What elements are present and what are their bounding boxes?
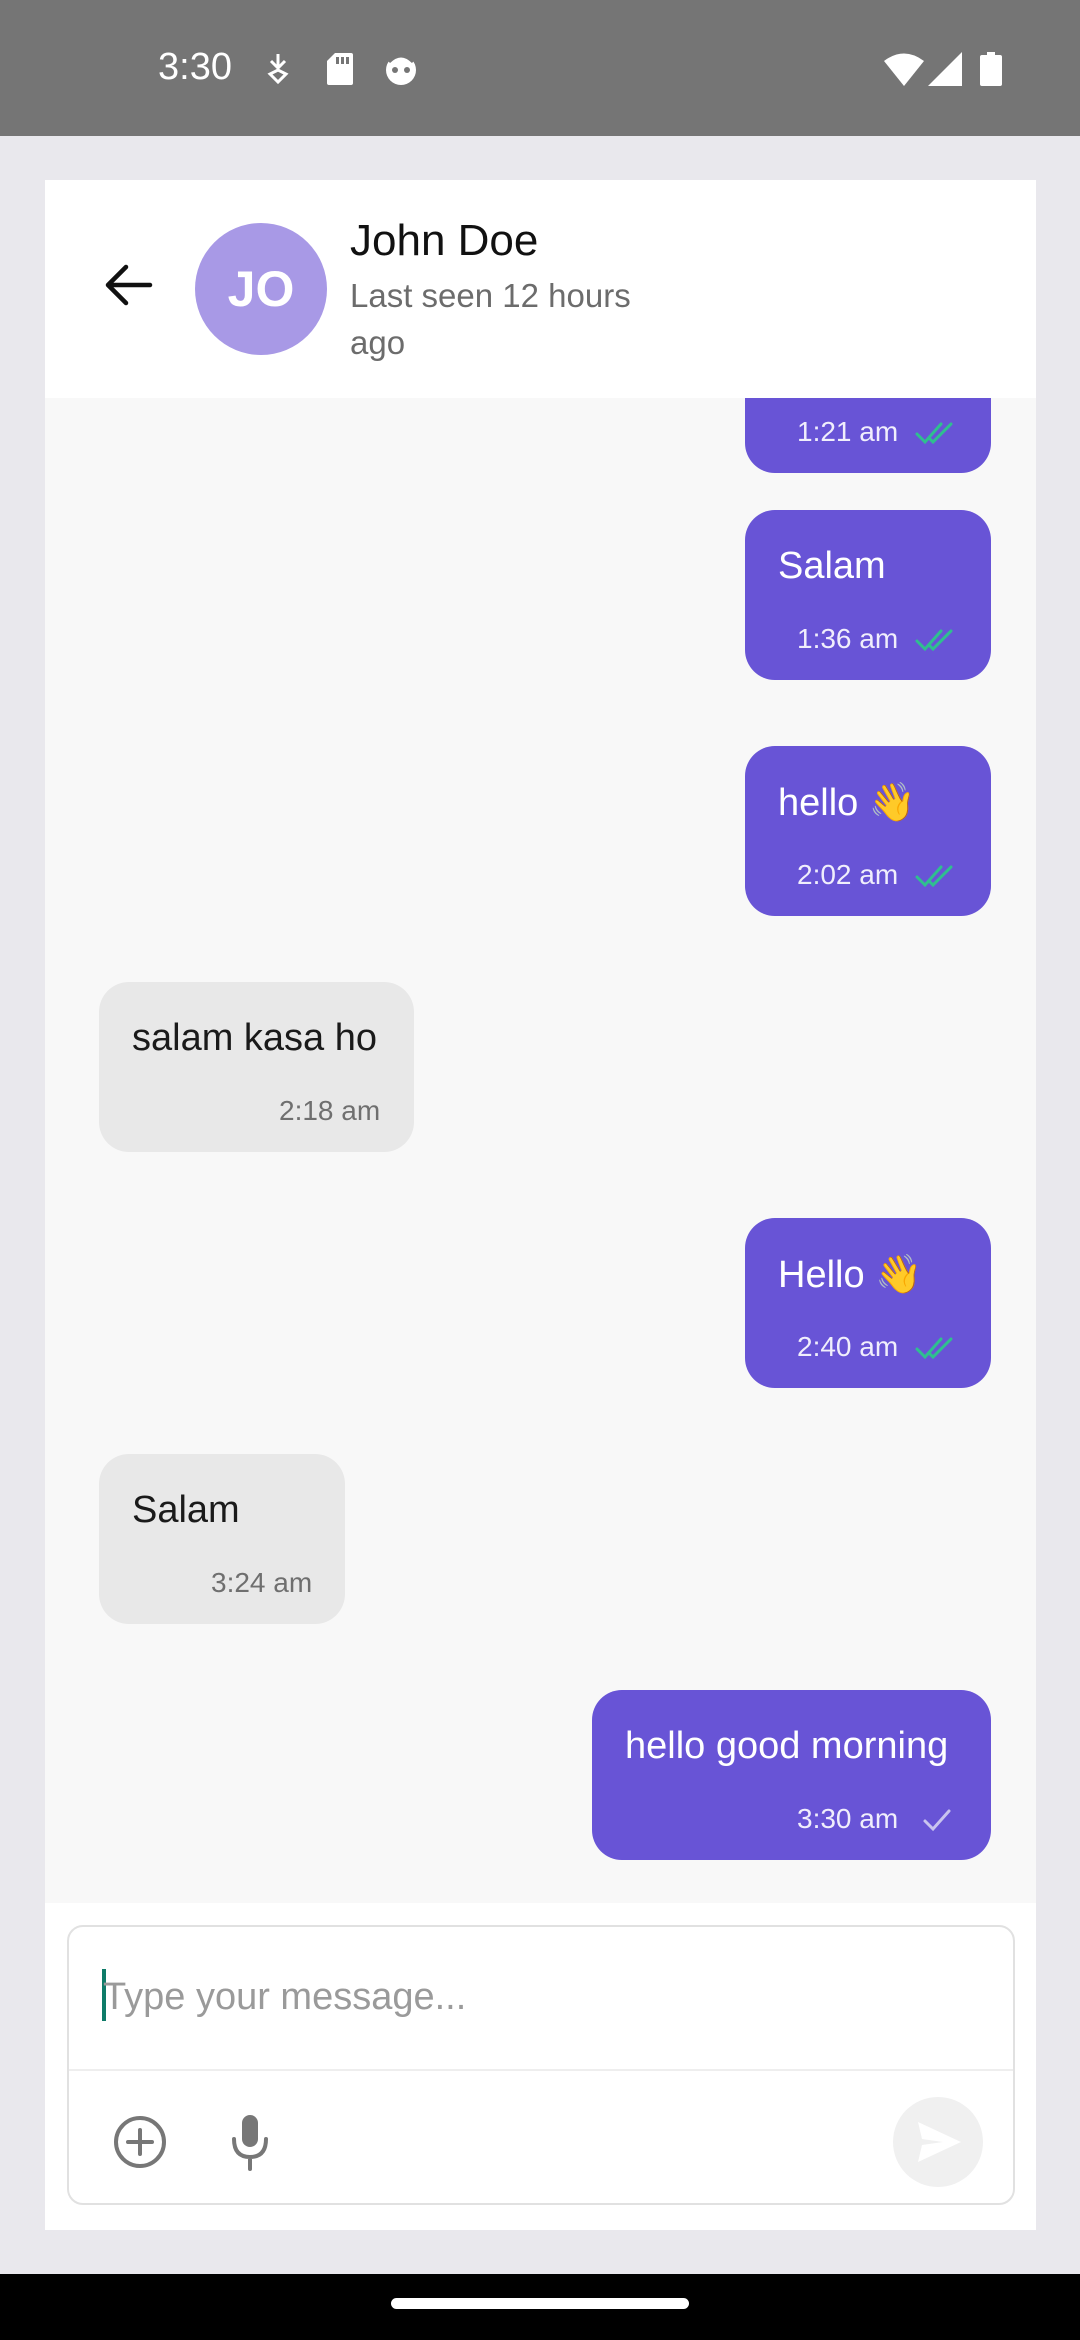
wifi-icon — [884, 52, 924, 91]
voice-record-button[interactable] — [217, 2109, 283, 2175]
avatar[interactable]: JO — [195, 223, 327, 355]
attach-button[interactable] — [107, 2109, 173, 2175]
read-double-check-icon — [915, 865, 953, 888]
back-arrow-icon — [105, 264, 153, 306]
message-time: 2:40 am — [797, 1331, 899, 1362]
message-time: 2:02 am — [797, 859, 899, 890]
message-composer — [45, 1903, 1036, 2230]
composer-divider — [69, 2069, 1013, 2071]
message-time: 2:18 am — [279, 1095, 381, 1126]
download-arrow-icon — [265, 52, 291, 91]
sd-card-icon — [326, 52, 354, 91]
message-bubble-outgoing[interactable]: 1:21 am — [745, 398, 991, 473]
status-time: 3:30 — [158, 46, 232, 88]
message-time: 3:24 am — [211, 1567, 313, 1598]
contact-name[interactable]: John Doe — [350, 216, 538, 266]
message-text: Salam — [132, 1489, 240, 1531]
message-text: salam kasa ho — [132, 1017, 378, 1059]
composer-box — [67, 1925, 1015, 2205]
message-list[interactable]: 1:21 am Salam 1:36 am hello 👋 2:02 am sa… — [45, 398, 1036, 1903]
message-text: hello good morning — [625, 1725, 949, 1767]
read-double-check-icon — [915, 422, 953, 445]
back-button[interactable] — [100, 260, 160, 310]
message-time: 1:36 am — [797, 623, 899, 654]
message-text: Hello 👋 — [778, 1254, 923, 1296]
message-bubble-outgoing[interactable]: hello 👋 2:02 am — [745, 746, 991, 916]
send-button[interactable] — [893, 2097, 983, 2187]
navigation-bar — [0, 2274, 1080, 2340]
battery-icon — [980, 52, 1002, 91]
message-bubble-incoming[interactable]: Salam 3:24 am — [99, 1454, 345, 1624]
add-circle-icon — [114, 2116, 166, 2168]
message-bubble-outgoing[interactable]: hello good morning 3:30 am — [592, 1690, 991, 1860]
read-double-check-icon — [915, 1337, 953, 1360]
last-seen-status: Last seen 12 hours ago — [350, 277, 631, 361]
send-icon — [918, 2122, 961, 2162]
status-bar: 3:30 — [0, 0, 1080, 136]
message-time: 1:21 am — [797, 416, 899, 447]
message-text: hello 👋 — [778, 782, 917, 824]
sent-check-icon — [923, 1809, 951, 1832]
message-text: Salam — [778, 545, 886, 587]
message-bubble-outgoing[interactable]: Hello 👋 2:40 am — [745, 1218, 991, 1388]
chat-header: JO John Doe Last seen 12 hours ago — [45, 180, 1036, 398]
message-input[interactable] — [103, 1967, 963, 2027]
microphone-icon — [232, 2115, 268, 2171]
message-bubble-outgoing[interactable]: Salam 1:36 am — [745, 510, 991, 680]
face-icon — [383, 52, 419, 91]
message-time: 3:30 am — [797, 1803, 899, 1834]
chat-window: JO John Doe Last seen 12 hours ago 1:21 … — [45, 180, 1036, 2230]
home-gesture-handle[interactable] — [391, 2298, 689, 2309]
cell-signal-icon — [928, 52, 962, 91]
read-double-check-icon — [915, 629, 953, 652]
message-bubble-incoming[interactable]: salam kasa ho 2:18 am — [99, 982, 414, 1152]
